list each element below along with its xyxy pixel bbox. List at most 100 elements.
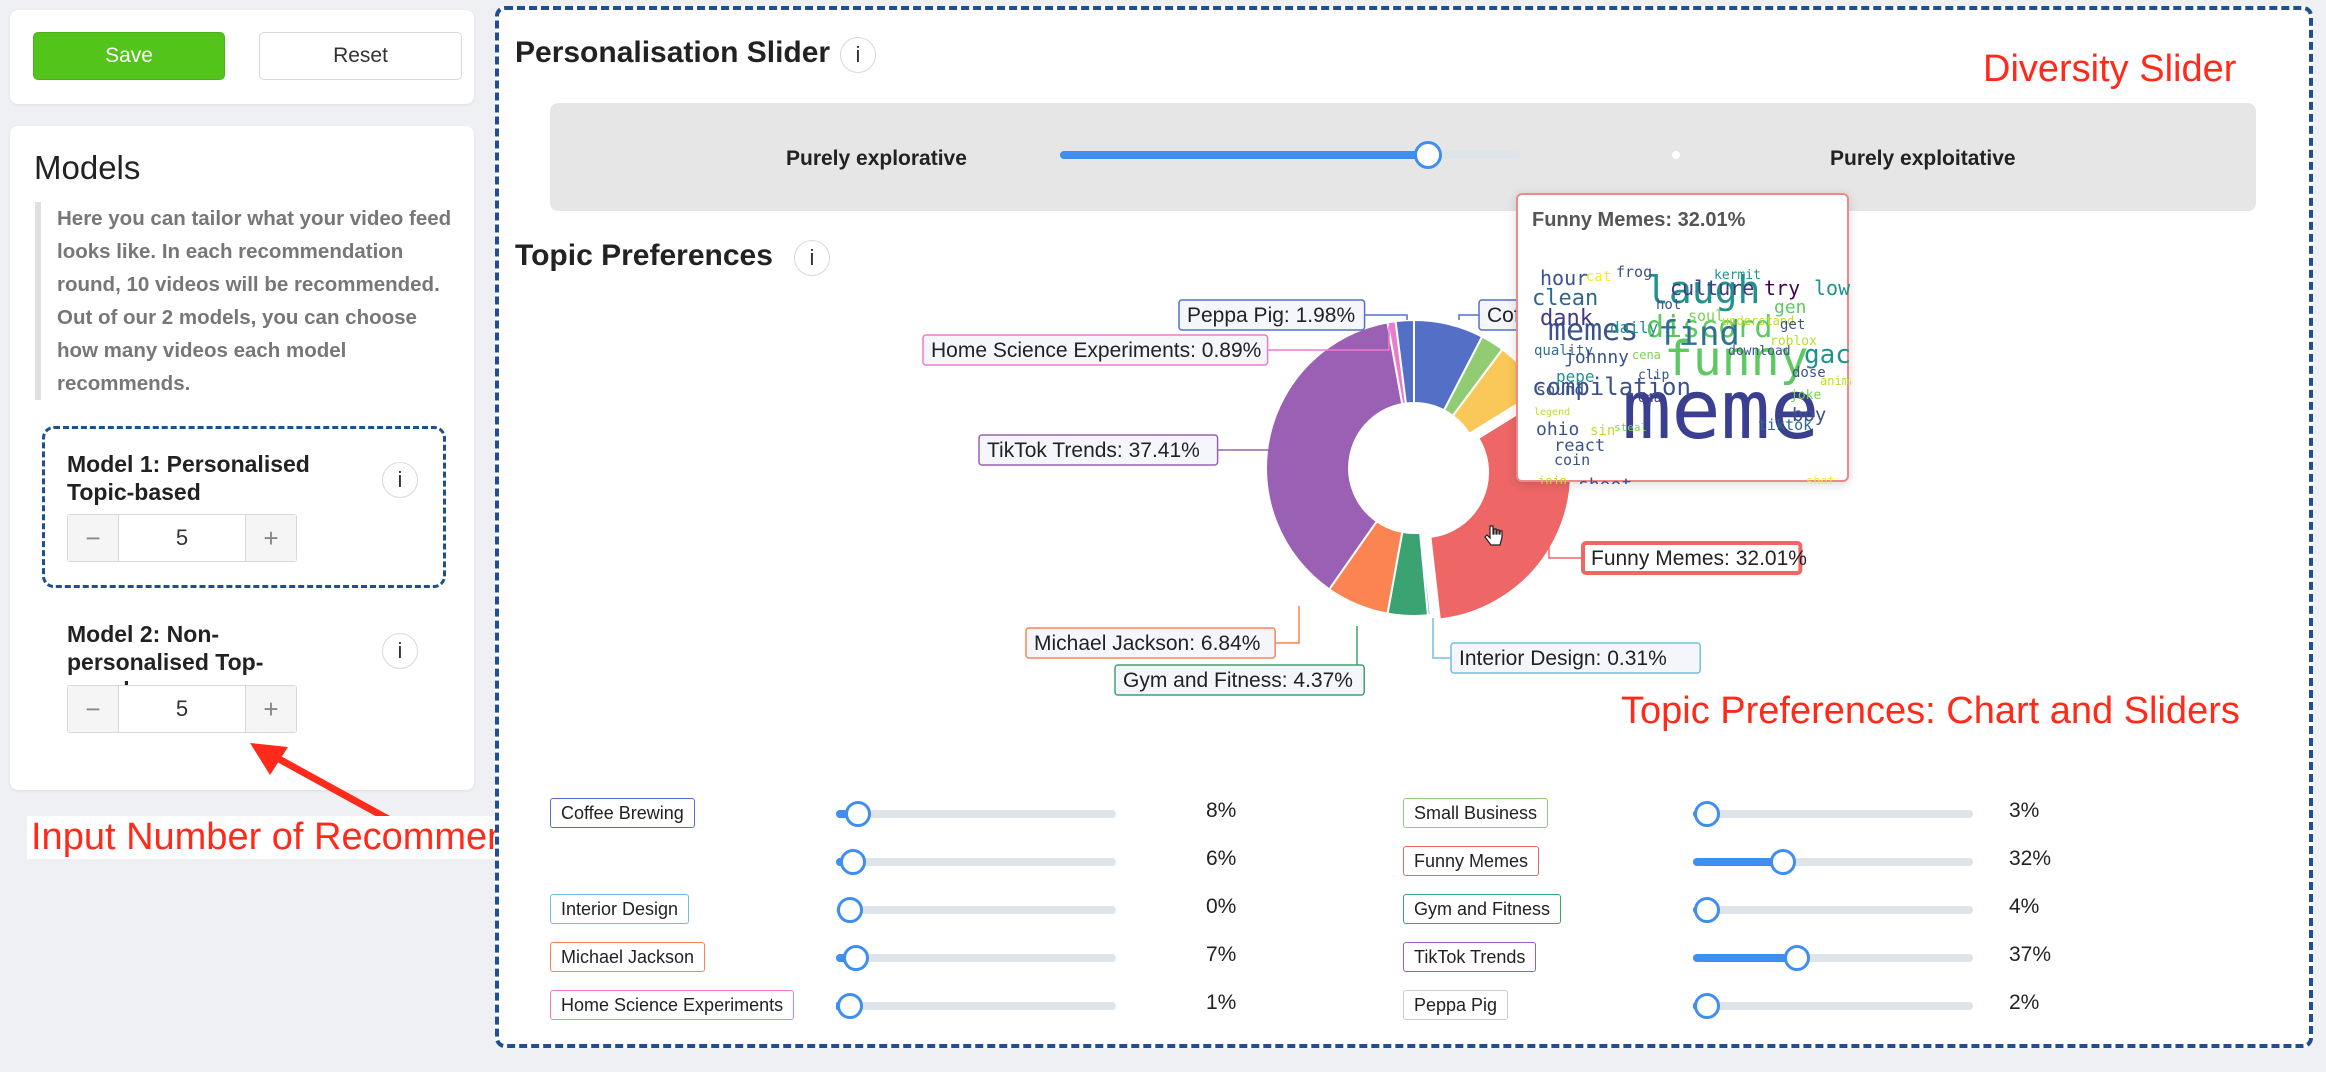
topic-percentage: 7%	[1206, 943, 1237, 966]
topic-slider[interactable]	[836, 801, 1116, 827]
word-cloud-word: coin	[1554, 451, 1590, 469]
topic-slider-handle[interactable]	[842, 945, 869, 971]
word-cloud-word: tiktok	[1758, 416, 1812, 434]
callout-leader-line	[1364, 314, 1408, 320]
word-cloud-word: frog	[1616, 263, 1652, 281]
decrement-button[interactable]: −	[68, 686, 118, 732]
word-cloud-word: steal	[1614, 421, 1647, 434]
word-cloud: memefunnylaughdiscordmemes findcompilatio…	[1532, 263, 1851, 484]
topic-slider-row: Funny Memes 32%	[1403, 844, 2103, 880]
topic-slider[interactable]	[836, 945, 1116, 971]
topic-slider-row: Coffee Brewing 8%	[550, 796, 1250, 832]
topic-tag: Coffee Brewing	[550, 798, 695, 828]
topic-slider-handle[interactable]	[845, 801, 872, 827]
word-cloud-word: soul	[1688, 307, 1724, 325]
topic-slider-handle[interactable]	[1769, 849, 1796, 875]
topic-percentage: 37%	[2009, 943, 2052, 966]
topic-slider[interactable]	[836, 993, 1116, 1019]
callout-leader-line	[1458, 314, 1479, 320]
word-cloud-word: cat	[1586, 269, 1611, 285]
topic-tag: Home Science Experiments	[550, 990, 795, 1020]
topic-slider[interactable]	[836, 849, 1116, 875]
topic-percentage: 3%	[2009, 799, 2040, 822]
topic-slider-handle[interactable]	[1694, 801, 1720, 827]
increment-button[interactable]: +	[246, 515, 296, 561]
topic-tag: Michael Jackson	[550, 942, 706, 972]
reset-button[interactable]: Reset	[259, 32, 462, 80]
callout-leader-line	[1275, 606, 1300, 644]
word-cloud-word: daily	[1610, 318, 1659, 337]
callout-label: Home Science Experiments: 0.89%	[931, 339, 1261, 362]
actions-card: Save Reset	[10, 10, 474, 104]
word-cloud-word: kermit	[1714, 268, 1761, 283]
topic-slider-fill	[1693, 954, 1797, 962]
topic-tag: Gym and Fitness	[1403, 894, 1562, 924]
topic-slider-row: Small Business 3%	[1403, 796, 2103, 832]
word-cloud-word: dank	[1540, 306, 1593, 331]
word-cloud-word: shot	[1806, 474, 1835, 484]
topic-slider[interactable]	[836, 897, 1116, 923]
topic-slider-handle[interactable]	[1694, 993, 1720, 1019]
topic-slider-row: Peppa Pig 2%	[1403, 988, 2103, 1024]
topic-slider[interactable]	[1693, 849, 1973, 875]
save-button[interactable]: Save	[33, 32, 225, 80]
topic-tag: Peppa Pig	[1403, 990, 1509, 1020]
models-title: Models	[34, 149, 141, 186]
topic-slider[interactable]	[1693, 801, 1973, 827]
topic-slider-row: Home Science Experiments 1%	[550, 988, 1250, 1024]
topic-slider-row: Interior Design 0%	[550, 892, 1250, 928]
topic-tag: TikTok Trends	[1403, 942, 1537, 972]
topic-slider[interactable]	[1693, 897, 1973, 923]
model1-count-input[interactable]: 5	[118, 515, 246, 561]
word-cloud-word: dose	[1792, 365, 1826, 381]
increment-button[interactable]: +	[246, 686, 296, 732]
word-cloud-word: clip	[1638, 368, 1669, 383]
topic-slider-row: Michael Jackson 7%	[550, 940, 1250, 976]
topic-percentage: 6%	[1206, 847, 1237, 870]
topic-percentage: 0%	[1206, 895, 1237, 918]
callout-label: Michael Jackson: 6.84%	[1034, 632, 1260, 655]
callout-label: Interior Design: 0.31%	[1459, 647, 1667, 670]
topic-tag: Small Business	[1403, 798, 1549, 828]
topic-percentage: 2%	[2009, 991, 2040, 1014]
callout-label: Gym and Fitness: 4.37%	[1123, 669, 1353, 692]
topic-percentage: 1%	[1206, 991, 1237, 1014]
decrement-button[interactable]: −	[68, 515, 118, 561]
word-cloud-word: dna	[1638, 391, 1661, 406]
topic-slider-handle[interactable]	[837, 897, 863, 923]
word-cloud-word: johnny	[1564, 347, 1629, 368]
word-cloud-word: legend	[1534, 407, 1570, 418]
model2-stepper[interactable]: − 5 +	[67, 685, 297, 733]
word-cloud-word: joke	[1790, 388, 1821, 403]
topic-slider-handle[interactable]	[1783, 945, 1810, 971]
word-cloud-word: cena	[1632, 348, 1661, 362]
callout-leader-line	[1432, 618, 1451, 659]
callout-leader-line	[1548, 544, 1583, 559]
topic-slider[interactable]	[1693, 993, 1973, 1019]
topic-percentage: 4%	[2009, 895, 2040, 918]
models-card: Models Here you can tailor what your vid…	[10, 126, 474, 790]
word-cloud-word: get	[1780, 317, 1805, 333]
topic-slider-handle[interactable]	[837, 993, 863, 1019]
word-cloud-word: afton	[1538, 482, 1598, 484]
word-cloud-word: low	[1814, 276, 1851, 300]
topic-percentage: 8%	[1206, 799, 1237, 822]
model1-title: Model 1: Personalised Topic-based	[67, 451, 310, 505]
models-description: Here you can tailor what your video feed…	[35, 202, 460, 400]
model1-stepper[interactable]: − 5 +	[67, 514, 297, 562]
topic-slider[interactable]	[1693, 945, 1973, 971]
topic-slider-handle[interactable]	[839, 849, 866, 875]
topic-slider-row: Gym and Fitness 4%	[1403, 892, 2103, 928]
word-cloud-word: pepe	[1556, 367, 1595, 386]
topic-tag: Interior Design	[550, 894, 690, 924]
model1-info-icon[interactable]: i	[382, 462, 418, 498]
word-cloud-word: hour	[1540, 266, 1588, 290]
callout-label: Cof	[1487, 304, 1520, 327]
callout-label: TikTok Trends: 37.41%	[987, 439, 1200, 462]
chart-tooltip: Funny Memes: 32.01% meme funny laugh discor…	[1516, 193, 1851, 484]
topic-slider-handle[interactable]	[1694, 897, 1720, 923]
model2-count-input[interactable]: 5	[118, 686, 246, 732]
model2-info-icon[interactable]: i	[382, 633, 418, 669]
topic-donut-chart[interactable]: Peppa Pig: 1.98% Home Science Experiments…	[499, 10, 2309, 1044]
callout-label: Funny Memes: 32.01%	[1591, 547, 1807, 570]
